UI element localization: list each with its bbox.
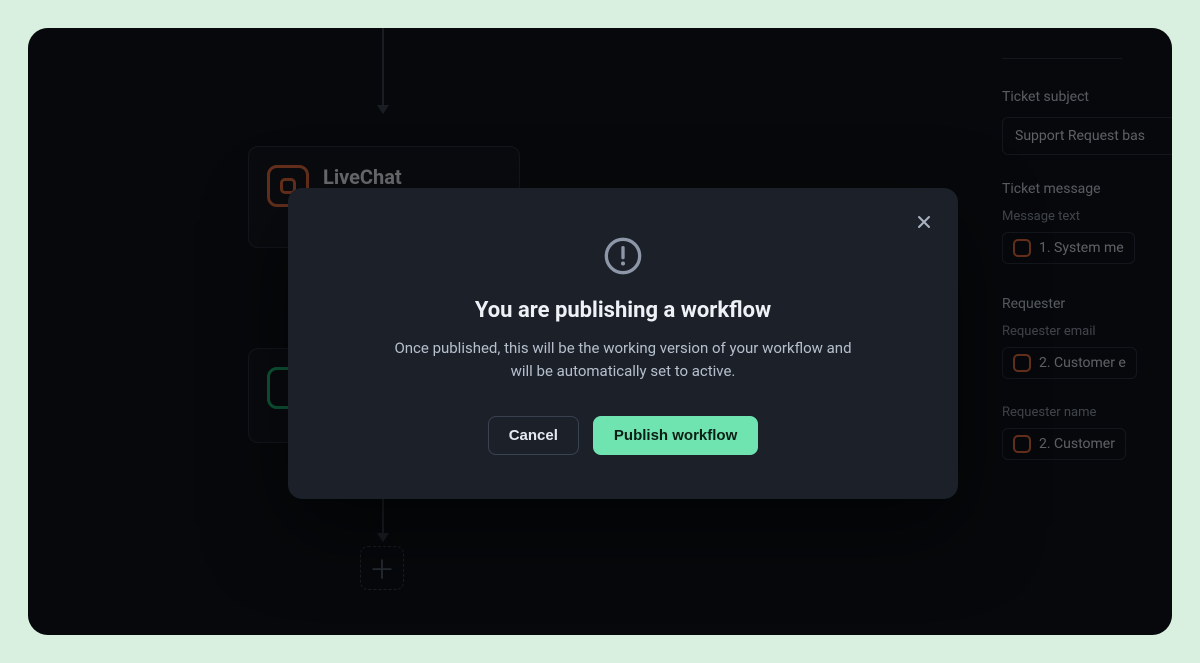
dialog-title: You are publishing a workflow [348, 298, 898, 323]
publish-workflow-button[interactable]: Publish workflow [593, 416, 758, 455]
app-frame: LiveChat ＋ Ticket subject Support Reques… [28, 28, 1172, 635]
close-icon [916, 214, 932, 230]
dialog-body: Once published, this will be the working… [388, 337, 858, 382]
dialog-actions: Cancel Publish workflow [348, 416, 898, 455]
publish-workflow-dialog: You are publishing a workflow Once publi… [288, 188, 958, 499]
close-button[interactable] [908, 206, 940, 238]
alert-circle-icon [603, 236, 643, 276]
cancel-button[interactable]: Cancel [488, 416, 579, 455]
